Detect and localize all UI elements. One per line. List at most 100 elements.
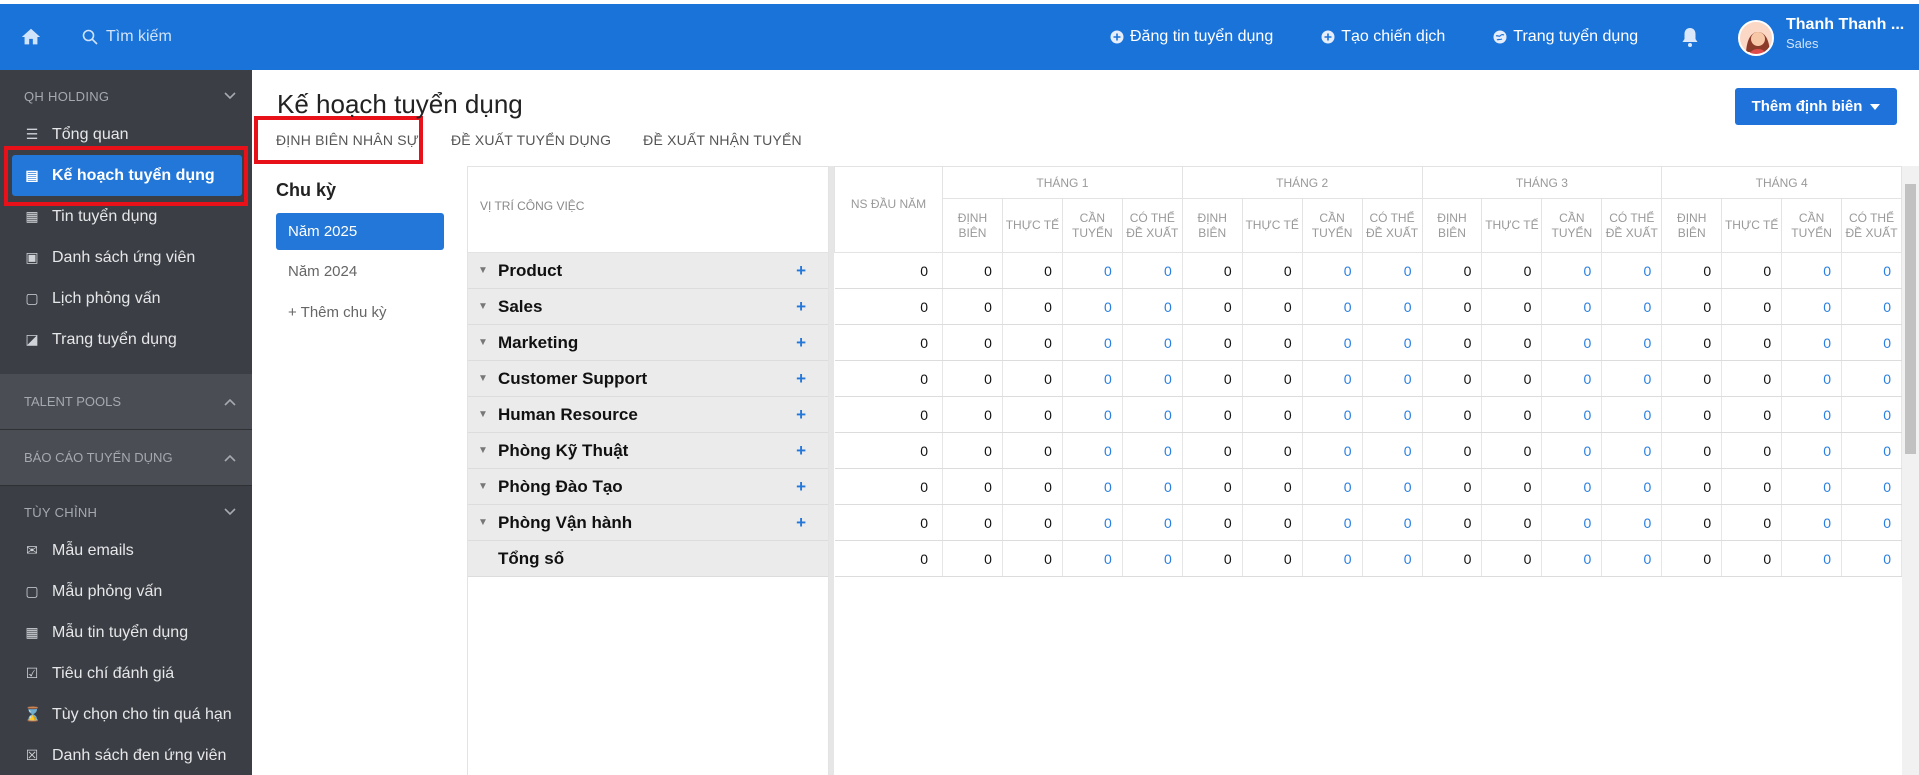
value-link-cell[interactable]: 0	[1841, 432, 1902, 469]
post-job-button[interactable]: Đăng tin tuyển dụng	[1110, 28, 1273, 46]
sidebar-item-blacklist[interactable]: ☒ Danh sách đen ứng viên	[0, 735, 252, 775]
value-link-cell[interactable]: 0	[1302, 432, 1363, 469]
add-position-icon[interactable]: +	[796, 261, 806, 281]
value-link-cell[interactable]: 0	[1122, 504, 1183, 541]
position-row[interactable]: ▼ Phòng Kỹ Thuật +	[468, 433, 828, 469]
value-link-cell[interactable]: 0	[1362, 468, 1423, 505]
value-link-cell[interactable]: 0	[1541, 252, 1603, 289]
career-page-button[interactable]: Trang tuyển dụng	[1493, 28, 1638, 46]
add-position-icon[interactable]: +	[796, 441, 806, 461]
value-link-cell[interactable]: 0	[1362, 396, 1423, 433]
value-link-cell[interactable]: 0	[1841, 468, 1902, 505]
position-row[interactable]: ▼ Phòng Đào Tạo +	[468, 469, 828, 505]
caret-down-icon[interactable]: ▼	[468, 481, 498, 492]
value-link-cell[interactable]: 0	[1841, 288, 1902, 325]
value-link-cell[interactable]: 0	[1062, 324, 1123, 361]
value-link-cell[interactable]: 0	[1362, 360, 1423, 397]
caret-down-icon[interactable]: ▼	[468, 265, 498, 276]
sidebar-item-career-page[interactable]: ◪ Trang tuyển dụng	[0, 319, 252, 360]
value-link-cell[interactable]: 0	[1841, 396, 1902, 433]
add-position-icon[interactable]: +	[796, 513, 806, 533]
value-link-cell[interactable]: 0	[1362, 504, 1423, 541]
value-link-cell[interactable]: 0	[1841, 540, 1902, 577]
caret-down-icon[interactable]: ▼	[468, 445, 498, 456]
search-box[interactable]: Tìm kiếm	[82, 28, 172, 46]
value-link-cell[interactable]: 0	[1601, 252, 1663, 289]
value-link-cell[interactable]: 0	[1122, 252, 1183, 289]
position-row[interactable]: ▼ Marketing +	[468, 325, 828, 361]
position-row[interactable]: ▼ Customer Support +	[468, 361, 828, 397]
add-position-icon[interactable]: +	[796, 297, 806, 317]
position-row[interactable]: ▼ Sales +	[468, 289, 828, 325]
caret-down-icon[interactable]: ▼	[468, 337, 498, 348]
value-link-cell[interactable]: 0	[1841, 360, 1902, 397]
value-link-cell[interactable]: 0	[1541, 504, 1603, 541]
caret-down-icon[interactable]: ▼	[468, 517, 498, 528]
value-link-cell[interactable]: 0	[1601, 396, 1663, 433]
value-link-cell[interactable]: 0	[1601, 360, 1663, 397]
value-link-cell[interactable]: 0	[1122, 288, 1183, 325]
tab-headcount[interactable]: ĐỊNH BIÊN NHÂN SỰ	[276, 132, 419, 148]
sidebar-group-talent-pools[interactable]: TALENT POOLS	[0, 374, 252, 430]
value-link-cell[interactable]: 0	[1062, 468, 1123, 505]
value-link-cell[interactable]: 0	[1541, 432, 1603, 469]
position-row[interactable]: ▼ Product +	[468, 253, 828, 289]
value-link-cell[interactable]: 0	[1841, 324, 1902, 361]
cycle-item-2025[interactable]: Năm 2025	[276, 213, 444, 250]
value-link-cell[interactable]: 0	[1781, 252, 1843, 289]
value-link-cell[interactable]: 0	[1302, 288, 1363, 325]
notification-bell-icon[interactable]	[1680, 26, 1700, 48]
value-link-cell[interactable]: 0	[1541, 540, 1603, 577]
add-cycle-button[interactable]: + Thêm chu kỳ	[276, 294, 444, 331]
position-row[interactable]: ▼ Phòng Vận hành +	[468, 505, 828, 541]
sidebar-item-evaluation-criteria[interactable]: ☑ Tiêu chí đánh giá	[0, 653, 252, 694]
sidebar-item-email-templates[interactable]: ✉ Mẫu emails	[0, 530, 252, 571]
add-position-icon[interactable]: +	[796, 477, 806, 497]
value-link-cell[interactable]: 0	[1601, 324, 1663, 361]
position-row[interactable]: ▼ Human Resource +	[468, 397, 828, 433]
caret-down-icon[interactable]: ▼	[468, 373, 498, 384]
value-link-cell[interactable]: 0	[1362, 324, 1423, 361]
value-link-cell[interactable]: 0	[1781, 468, 1843, 505]
sidebar-group-reports[interactable]: BÁO CÁO TUYỂN DỤNG	[0, 430, 252, 486]
value-link-cell[interactable]: 0	[1122, 468, 1183, 505]
sidebar-item-interview-schedule[interactable]: ▢ Lịch phỏng vấn	[0, 278, 252, 319]
value-link-cell[interactable]: 0	[1122, 396, 1183, 433]
value-link-cell[interactable]: 0	[1841, 252, 1902, 289]
value-link-cell[interactable]: 0	[1122, 360, 1183, 397]
value-link-cell[interactable]: 0	[1062, 252, 1123, 289]
value-link-cell[interactable]: 0	[1302, 396, 1363, 433]
value-link-cell[interactable]: 0	[1362, 540, 1423, 577]
value-link-cell[interactable]: 0	[1302, 468, 1363, 505]
sidebar-item-job-templates[interactable]: ▦ Mẫu tin tuyển dụng	[0, 612, 252, 653]
value-link-cell[interactable]: 0	[1601, 468, 1663, 505]
value-link-cell[interactable]: 0	[1541, 288, 1603, 325]
sidebar-item-candidates[interactable]: ▣ Danh sách ứng viên	[0, 237, 252, 278]
value-link-cell[interactable]: 0	[1601, 540, 1663, 577]
value-link-cell[interactable]: 0	[1302, 504, 1363, 541]
add-position-icon[interactable]: +	[796, 405, 806, 425]
value-link-cell[interactable]: 0	[1841, 504, 1902, 541]
cycle-item-2024[interactable]: Năm 2024	[276, 253, 444, 290]
value-link-cell[interactable]: 0	[1062, 432, 1123, 469]
user-menu[interactable]: Thanh Thanh ... Sales	[1738, 16, 1904, 56]
value-link-cell[interactable]: 0	[1601, 504, 1663, 541]
value-link-cell[interactable]: 0	[1541, 396, 1603, 433]
value-link-cell[interactable]: 0	[1541, 468, 1603, 505]
value-link-cell[interactable]: 0	[1601, 288, 1663, 325]
value-link-cell[interactable]: 0	[1062, 540, 1123, 577]
value-link-cell[interactable]: 0	[1781, 432, 1843, 469]
tab-hiring-proposal[interactable]: ĐỀ XUẤT NHẬN TUYỂN	[643, 132, 802, 148]
add-position-icon[interactable]: +	[796, 369, 806, 389]
value-link-cell[interactable]: 0	[1541, 360, 1603, 397]
value-link-cell[interactable]: 0	[1601, 432, 1663, 469]
value-link-cell[interactable]: 0	[1122, 432, 1183, 469]
value-link-cell[interactable]: 0	[1541, 324, 1603, 361]
tab-recruitment-proposal[interactable]: ĐỀ XUẤT TUYỂN DỤNG	[451, 132, 611, 148]
value-link-cell[interactable]: 0	[1362, 432, 1423, 469]
add-headcount-button[interactable]: Thêm định biên	[1735, 88, 1897, 125]
value-link-cell[interactable]: 0	[1362, 288, 1423, 325]
value-link-cell[interactable]: 0	[1781, 504, 1843, 541]
value-link-cell[interactable]: 0	[1781, 396, 1843, 433]
value-link-cell[interactable]: 0	[1781, 540, 1843, 577]
